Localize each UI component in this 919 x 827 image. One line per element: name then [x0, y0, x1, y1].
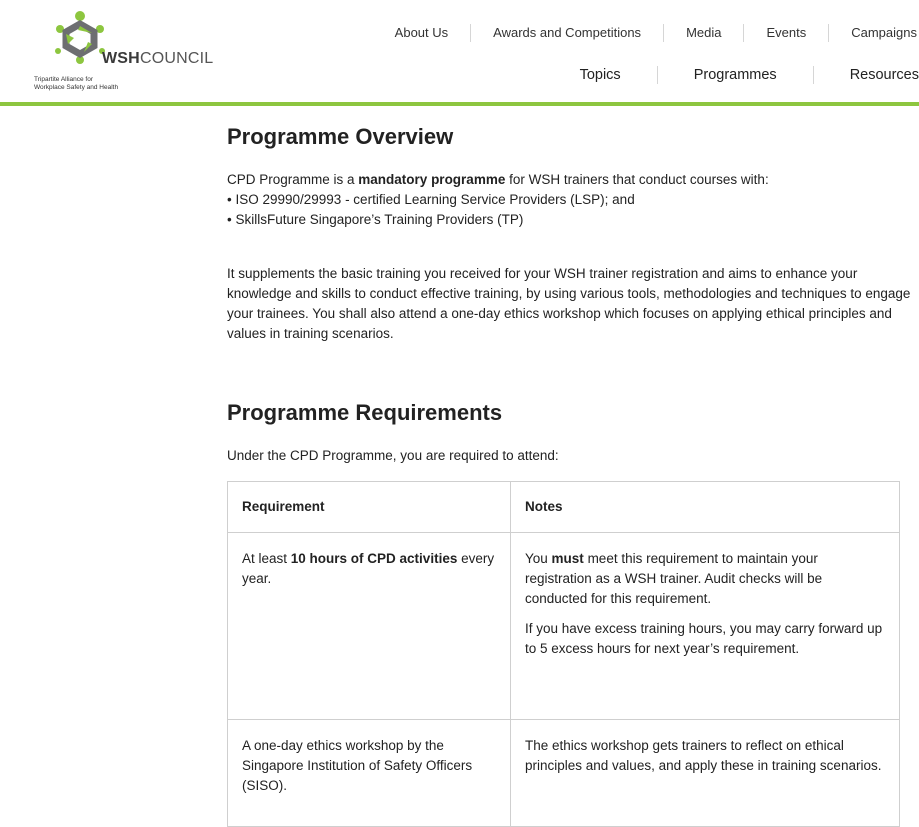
- site-header: WSHCOUNCIL Tripartite Alliance for Workp…: [0, 0, 919, 102]
- notes-cell-cpd-hours: You must meet this requirement to mainta…: [510, 532, 900, 720]
- overview-heading: Programme Overview: [227, 124, 454, 149]
- requirements-heading: Programme Requirements: [227, 400, 503, 425]
- nav-link-events[interactable]: Events: [743, 24, 828, 42]
- nav-link-awards-and-competitions[interactable]: Awards and Competitions: [470, 24, 663, 42]
- nav-link-media[interactable]: Media: [663, 24, 743, 42]
- overview-intro: CPD Programme is a mandatory programme f…: [227, 170, 911, 230]
- table-header-row: Requirement Notes: [227, 481, 900, 533]
- nav-link-about-us[interactable]: About Us: [395, 24, 470, 42]
- table-header-requirement: Requirement: [227, 481, 511, 533]
- overview-bullet-tp: • SkillsFuture Singapore’s Training Prov…: [227, 212, 524, 227]
- requirements-intro: Under the CPD Programme, you are require…: [227, 448, 559, 463]
- nav-link-topics[interactable]: Topics: [580, 66, 657, 84]
- nav-link-programmes[interactable]: Programmes: [656, 66, 813, 84]
- requirement-cell-ethics-workshop: A one-day ethics workshop by the Singapo…: [227, 719, 511, 827]
- requirements-table: Requirement Notes At least 10 hours of C…: [227, 481, 900, 827]
- logo-wordmark: WSHCOUNCIL: [102, 50, 214, 67]
- requirement-cell-cpd-hours: At least 10 hours of CPD activities ever…: [227, 532, 511, 720]
- wsh-council-logo[interactable]: WSHCOUNCIL Tripartite Alliance for Workp…: [34, 8, 214, 94]
- table-row: At least 10 hours of CPD activities ever…: [227, 532, 900, 720]
- logo-tagline: Tripartite Alliance for Workplace Safety…: [34, 76, 119, 91]
- nav-link-campaigns[interactable]: Campaigns: [828, 24, 919, 42]
- main-nav: Topics Programmes Resources: [580, 66, 919, 84]
- notes-cell-ethics-workshop: The ethics workshop gets trainers to ref…: [510, 719, 900, 827]
- overview-bullet-lsp: • ISO 29990/29993 - certified Learning S…: [227, 192, 635, 207]
- overview-paragraph: It supplements the basic training you re…: [227, 266, 911, 341]
- table-row: A one-day ethics workshop by the Singapo…: [227, 719, 900, 827]
- overview-intro-line: CPD Programme is a mandatory programme f…: [227, 172, 769, 187]
- table-header-notes: Notes: [510, 481, 900, 533]
- nav-link-resources[interactable]: Resources: [812, 66, 919, 84]
- header-divider: [0, 102, 919, 106]
- top-nav: About Us Awards and Competitions Media E…: [395, 24, 919, 42]
- notes-cpd-hours-mandatory: You must meet this requirement to mainta…: [525, 551, 823, 606]
- notes-cpd-hours-carry-forward: If you have excess training hours, you m…: [525, 621, 883, 656]
